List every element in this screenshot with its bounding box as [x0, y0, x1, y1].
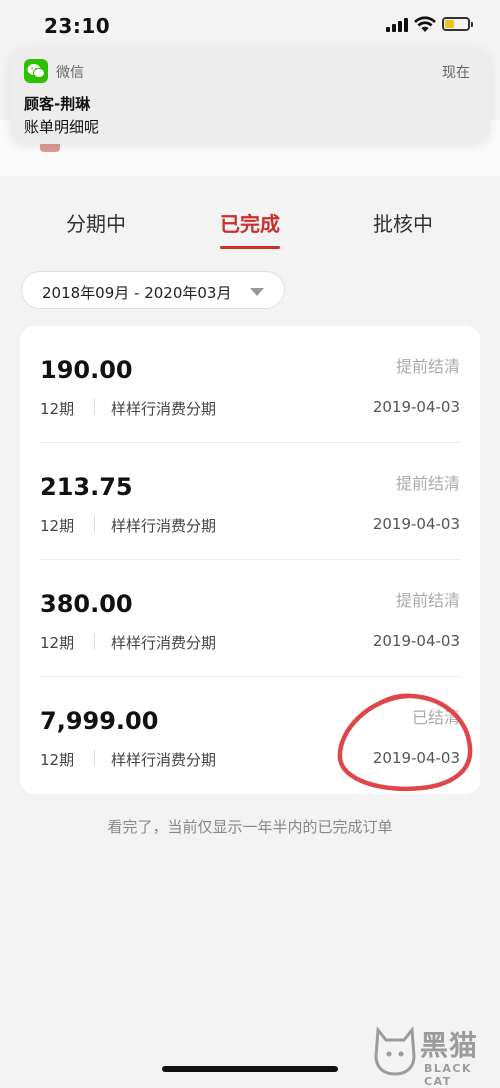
notification-app-name: 微信: [56, 65, 84, 81]
order-product: 样样行消费分期: [111, 517, 217, 535]
order-amount: 7,999.00: [40, 707, 159, 735]
order-period: 12期: [40, 751, 75, 769]
tab-completed[interactable]: 已完成: [220, 208, 280, 237]
notification-message: 账单明细呢: [24, 118, 100, 136]
order-period: 12期: [40, 634, 75, 652]
order-product: 样样行消费分期: [111, 751, 217, 769]
watermark-cn: 黑猫: [420, 1029, 479, 1062]
separator: [94, 399, 95, 415]
order-status: 提前结清: [395, 474, 460, 493]
order-period: 12期: [40, 400, 75, 418]
cellular-signal-icon: [386, 18, 408, 32]
status-time: 23:10: [44, 14, 111, 38]
wechat-notification[interactable]: 微信 现在 顾客-荆琳 账单明细呢: [10, 48, 490, 144]
date-range-label: 2018年09月 - 2020年03月: [42, 284, 232, 302]
order-product: 样样行消费分期: [111, 634, 217, 652]
end-of-list-note: 看完了，当前仅显示一年半内的已完成订单: [107, 818, 393, 836]
order-status-tabs: 分期中 已完成 批核中: [0, 176, 500, 250]
black-cat-logo-icon: [374, 1026, 416, 1076]
order-status: 提前结清: [395, 357, 460, 376]
order-date: 2019-04-03: [372, 632, 460, 650]
home-indicator[interactable]: [162, 1066, 338, 1072]
order-product: 样样行消费分期: [111, 400, 217, 418]
order-row[interactable]: 190.00 提前结清 12期 样样行消费分期 2019-04-03: [20, 326, 480, 443]
status-bar: 23:10: [0, 0, 500, 52]
order-date: 2019-04-03: [372, 515, 460, 533]
order-row[interactable]: 380.00 提前结清 12期 样样行消费分期 2019-04-03: [20, 560, 480, 677]
order-amount: 190.00: [40, 356, 133, 384]
order-row[interactable]: 213.75 提前结清 12期 样样行消费分期 2019-04-03: [20, 443, 480, 560]
separator: [94, 750, 95, 766]
order-amount: 213.75: [40, 473, 133, 501]
separator: [94, 633, 95, 649]
order-date: 2019-04-03: [372, 398, 460, 416]
watermark-en: BLACK CAT: [424, 1062, 473, 1088]
notification-time: 现在: [442, 65, 470, 81]
notification-sender: 顾客-荆琳: [24, 95, 91, 113]
hand-drawn-circle-annotation: [337, 693, 473, 791]
date-range-filter[interactable]: 2018年09月 - 2020年03月: [21, 271, 285, 309]
order-period: 12期: [40, 517, 75, 535]
order-status: 提前结清: [395, 591, 460, 610]
black-cat-watermark: 黑猫 BLACK CAT: [372, 1022, 500, 1088]
tab-in-installment[interactable]: 分期中: [66, 208, 126, 237]
battery-icon: [442, 17, 473, 31]
tab-under-review[interactable]: 批核中: [373, 208, 433, 237]
active-tab-indicator: [220, 246, 280, 249]
separator: [94, 516, 95, 532]
dropdown-caret-icon: [250, 288, 264, 296]
wifi-icon: [414, 16, 436, 32]
order-amount: 380.00: [40, 590, 133, 618]
wechat-icon: [24, 59, 48, 83]
